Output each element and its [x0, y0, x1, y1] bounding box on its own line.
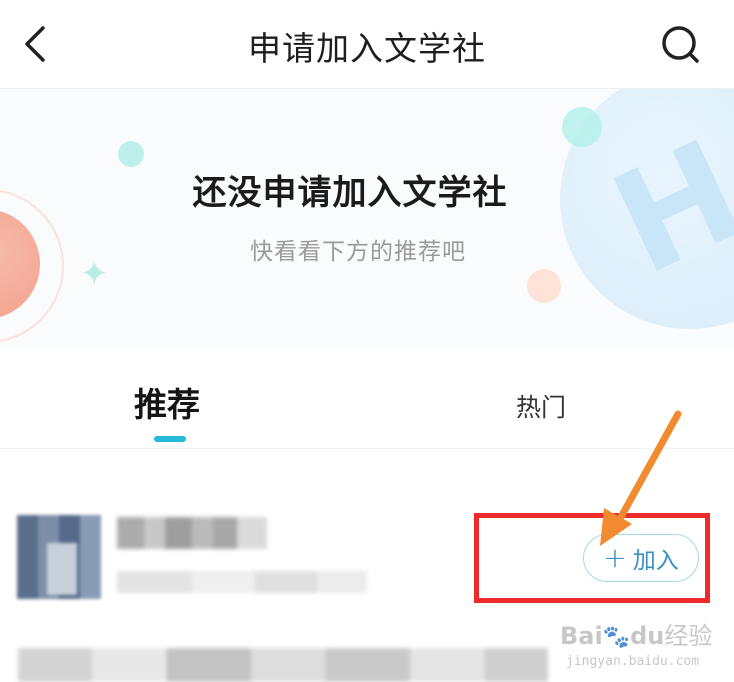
tab-popular[interactable]: 热门: [516, 388, 566, 424]
watermark-brand-part2: du: [630, 622, 665, 650]
empty-state-title: 还没申请加入文学社: [192, 173, 508, 213]
page-title: 申请加入文学社: [248, 29, 486, 68]
watermark-brand-suffix: 经验: [664, 622, 713, 650]
active-tab-indicator: [154, 436, 186, 442]
club-name-redacted: [117, 517, 267, 549]
list-item-redacted: [18, 648, 548, 682]
empty-state-subtitle: 快看看下方的推荐吧: [250, 239, 466, 265]
club-description-redacted: [117, 571, 367, 593]
paw-icon: 🐾: [602, 625, 631, 650]
baidu-jingyan-watermark: Bai🐾du经验 jingyan.baidu.com: [560, 616, 730, 680]
decorative-circle-peach: [527, 269, 561, 303]
search-icon: [662, 26, 699, 63]
top-bar: 申请加入文学社: [0, 0, 734, 89]
search-button[interactable]: [658, 22, 704, 68]
tab-recommended[interactable]: 推荐: [134, 378, 200, 426]
decorative-circle-teal-2: [562, 107, 602, 147]
watermark-brand-part1: Bai: [560, 622, 603, 650]
watermark-url: jingyan.baidu.com: [566, 654, 700, 669]
decorative-circle-teal: [118, 141, 144, 167]
annotation-arrow-icon: [600, 410, 682, 546]
club-avatar: [17, 515, 101, 599]
empty-state-banner: H ✦ 还没申请加入文学社 快看看下方的推荐吧: [0, 89, 734, 349]
